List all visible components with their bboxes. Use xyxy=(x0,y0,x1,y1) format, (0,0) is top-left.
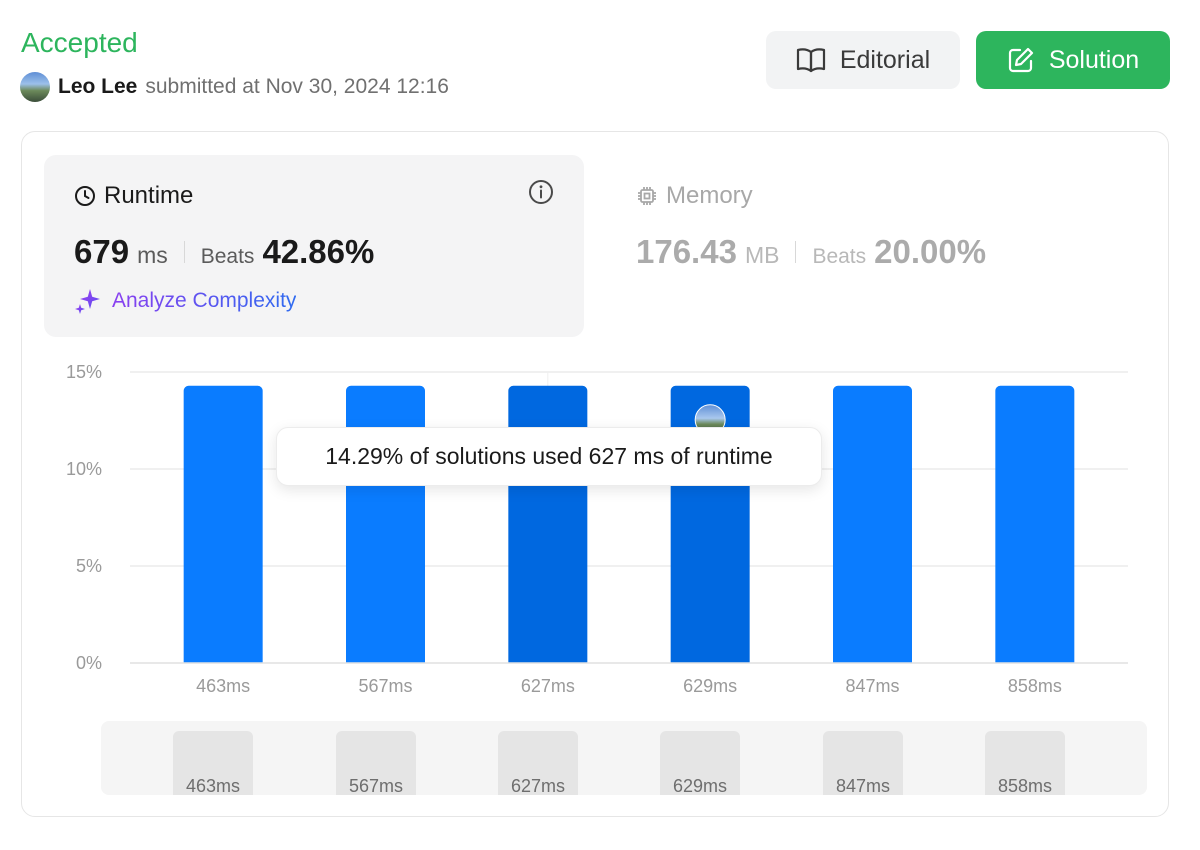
navigator-label: 629ms xyxy=(672,776,728,796)
x-tick-label: 463ms xyxy=(196,676,250,696)
y-tick-label: 10% xyxy=(66,459,102,479)
x-tick-label: 567ms xyxy=(358,676,412,696)
navigator-label: 567ms xyxy=(348,776,404,796)
x-tick-label: 847ms xyxy=(845,676,899,696)
bar-858ms[interactable] xyxy=(995,385,1075,663)
x-tick-label: 629ms xyxy=(683,676,737,696)
x-tick-label: 627ms xyxy=(521,676,575,696)
navigator-label: 627ms xyxy=(510,776,566,796)
y-tick-label: 0% xyxy=(76,653,102,673)
chart-tooltip: 14.29% of solutions used 627 ms of runti… xyxy=(276,427,822,486)
bar-847ms[interactable] xyxy=(833,385,912,663)
x-tick-label: 858ms xyxy=(1008,676,1062,696)
navigator-label: 847ms xyxy=(835,776,891,796)
navigator-label: 858ms xyxy=(997,776,1053,796)
y-tick-label: 5% xyxy=(76,556,102,576)
navigator-label: 463ms xyxy=(185,776,241,796)
y-tick-label: 15% xyxy=(66,362,102,382)
bar-463ms[interactable] xyxy=(183,385,263,663)
